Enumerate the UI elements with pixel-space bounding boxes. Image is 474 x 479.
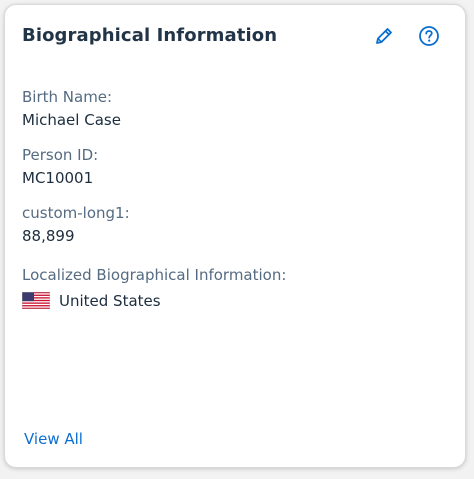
person-id-label: Person ID: (22, 146, 99, 164)
country-value: United States (59, 292, 161, 310)
birth-name-label: Birth Name: (22, 88, 113, 106)
card-title: Biographical Information (22, 25, 278, 46)
pencil-icon (376, 28, 392, 44)
view-all-link[interactable]: View All (24, 430, 83, 448)
help-circle-icon (419, 26, 439, 46)
edit-button[interactable] (371, 23, 397, 49)
custom-long1-label: custom-long1: (22, 204, 130, 222)
person-id-value: MC10001 (22, 169, 94, 187)
custom-long1-value: 88,899 (22, 227, 75, 245)
biographical-information-card: Biographical Information Birth Name: Mic… (4, 4, 466, 468)
birth-name-value: Michael Case (22, 111, 121, 129)
us-flag-icon (22, 292, 50, 309)
help-button[interactable] (416, 23, 442, 49)
localized-info-label: Localized Biographical Information: (22, 266, 287, 284)
